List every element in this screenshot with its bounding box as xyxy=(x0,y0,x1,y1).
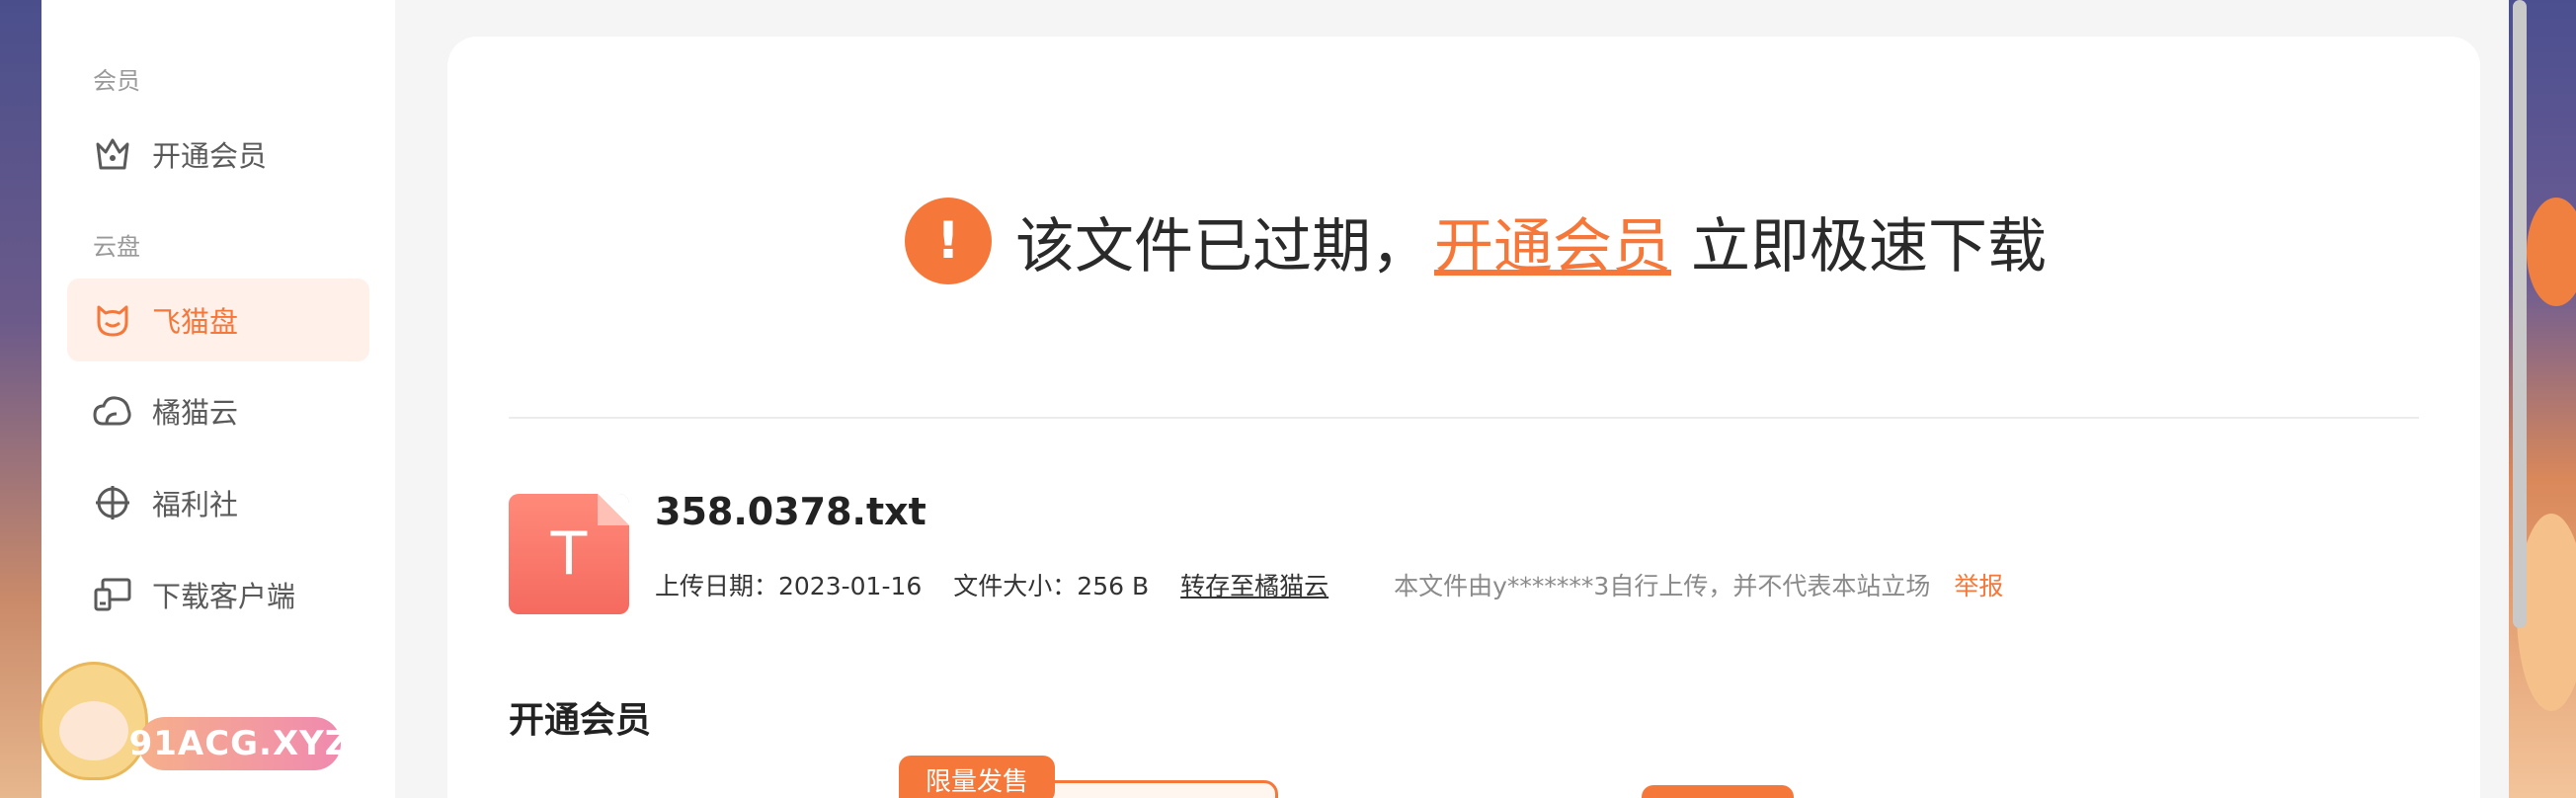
desktop-icon xyxy=(93,575,132,614)
sidebar-item-label: 飞猫盘 xyxy=(152,305,239,339)
vip-plan-badge xyxy=(1642,785,1794,798)
open-vip-link[interactable]: 开通会员 xyxy=(1434,199,1671,284)
mascot-face xyxy=(59,701,128,760)
disclaimer-text: 本文件由y*******3自行上传，并不代表本站立场 xyxy=(1394,572,1931,600)
file-size: 文件大小：256 B xyxy=(953,572,1150,600)
pinwheel-icon xyxy=(93,483,132,522)
download-text: 立即极速下载 xyxy=(1691,211,2047,281)
sidebar-item-label: 下载客户端 xyxy=(152,580,296,613)
sidebar-item-vip[interactable]: 开通会员 xyxy=(67,113,369,196)
sidebar-item-label: 橘猫云 xyxy=(152,396,239,430)
vip-section-heading: 开通会员 xyxy=(509,700,652,741)
sidebar-item-jumaoyun[interactable]: 橘猫云 xyxy=(67,369,369,452)
sidebar-item-download-client[interactable]: 下载客户端 xyxy=(67,553,369,636)
limited-sale-badge: 限量发售 xyxy=(899,756,1055,798)
sidebar-item-fulishe[interactable]: 福利社 xyxy=(67,461,369,544)
file-name: 358.0378.txt xyxy=(655,490,926,533)
divider xyxy=(509,417,2419,419)
expired-text: 该文件已过期， xyxy=(1015,211,1430,281)
cloud-icon xyxy=(93,391,132,431)
sidebar-item-label: 福利社 xyxy=(152,488,239,521)
section-label-cloud: 云盘 xyxy=(93,233,140,261)
report-link[interactable]: 举报 xyxy=(1954,567,2003,602)
upload-date: 上传日期：2023-01-16 xyxy=(655,572,923,600)
warning-icon: ! xyxy=(905,198,992,284)
section-label-vip: 会员 xyxy=(93,67,140,95)
sidebar-item-feimaopan[interactable]: 飞猫盘 xyxy=(67,279,369,361)
file-meta: 上传日期：2023-01-16 文件大小：256 B 转存至橘猫云 本文件由y*… xyxy=(655,567,2003,602)
file-fold xyxy=(598,494,629,525)
save-to-cloud-link[interactable]: 转存至橘猫云 xyxy=(1180,567,1328,602)
mascot-text: 91ACG.XYZ xyxy=(129,717,349,770)
file-icon-letter: T xyxy=(550,519,588,589)
mascot-logo: 91ACG.XYZ xyxy=(0,652,356,790)
decoration xyxy=(2527,198,2576,306)
scrollbar[interactable] xyxy=(2513,0,2527,628)
txt-file-icon: T xyxy=(509,494,629,614)
cat-icon xyxy=(93,300,132,340)
sidebar-item-label: 开通会员 xyxy=(152,139,268,173)
expired-notice: ! 该文件已过期， 开通会员 立即极速下载 xyxy=(905,196,2047,286)
crown-icon xyxy=(93,134,132,174)
